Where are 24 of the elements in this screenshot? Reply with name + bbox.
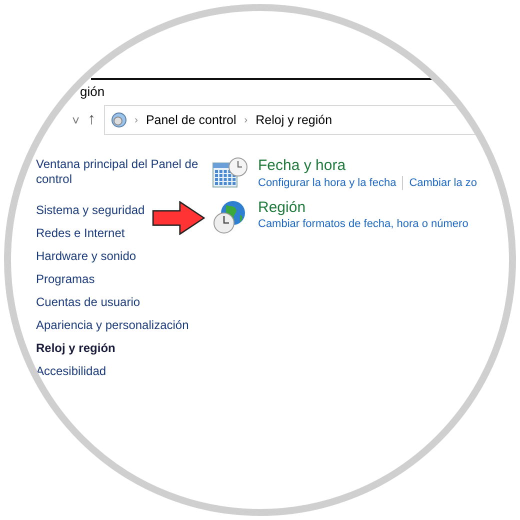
breadcrumb[interactable]: Panel de control — [146, 113, 236, 127]
category-title[interactable]: Fecha y hora — [258, 157, 478, 174]
globe-clock-icon — [212, 199, 248, 235]
sidebar-link[interactable]: Redes e Internet — [36, 226, 125, 241]
category-title[interactable]: Región — [258, 199, 468, 216]
chevron-icon: › — [244, 114, 248, 126]
sidebar-link[interactable]: Apariencia y personalización — [36, 318, 189, 333]
sidebar-link[interactable]: Sistema y seguridad — [36, 203, 145, 218]
sidebar-link[interactable]: Accesibilidad — [36, 364, 106, 379]
history-button[interactable]: ˅ — [72, 112, 80, 128]
sidebar-link[interactable]: Programas — [36, 272, 95, 287]
breadcrumb[interactable]: Reloj y región — [256, 113, 332, 127]
task-link[interactable]: Configurar la hora y la fecha — [258, 177, 396, 189]
sidebar-link[interactable]: Hardware y sonido — [36, 249, 136, 264]
sidebar-link[interactable]: Ventana principal del Panel de control — [36, 157, 206, 187]
task-link[interactable]: Cambiar formatos de fecha, hora o número — [258, 218, 468, 230]
arrow-icon — [152, 201, 206, 235]
sidebar-link[interactable]: Cuentas de usuario — [36, 295, 140, 310]
window-title: gión — [80, 84, 105, 99]
control-panel-icon — [110, 112, 127, 128]
chevron-icon: › — [134, 114, 138, 126]
task-link[interactable]: Cambiar la zo — [409, 177, 478, 189]
up-button[interactable]: ↑ — [88, 111, 96, 129]
sidebar-link[interactable]: Reloj y región — [36, 341, 116, 356]
